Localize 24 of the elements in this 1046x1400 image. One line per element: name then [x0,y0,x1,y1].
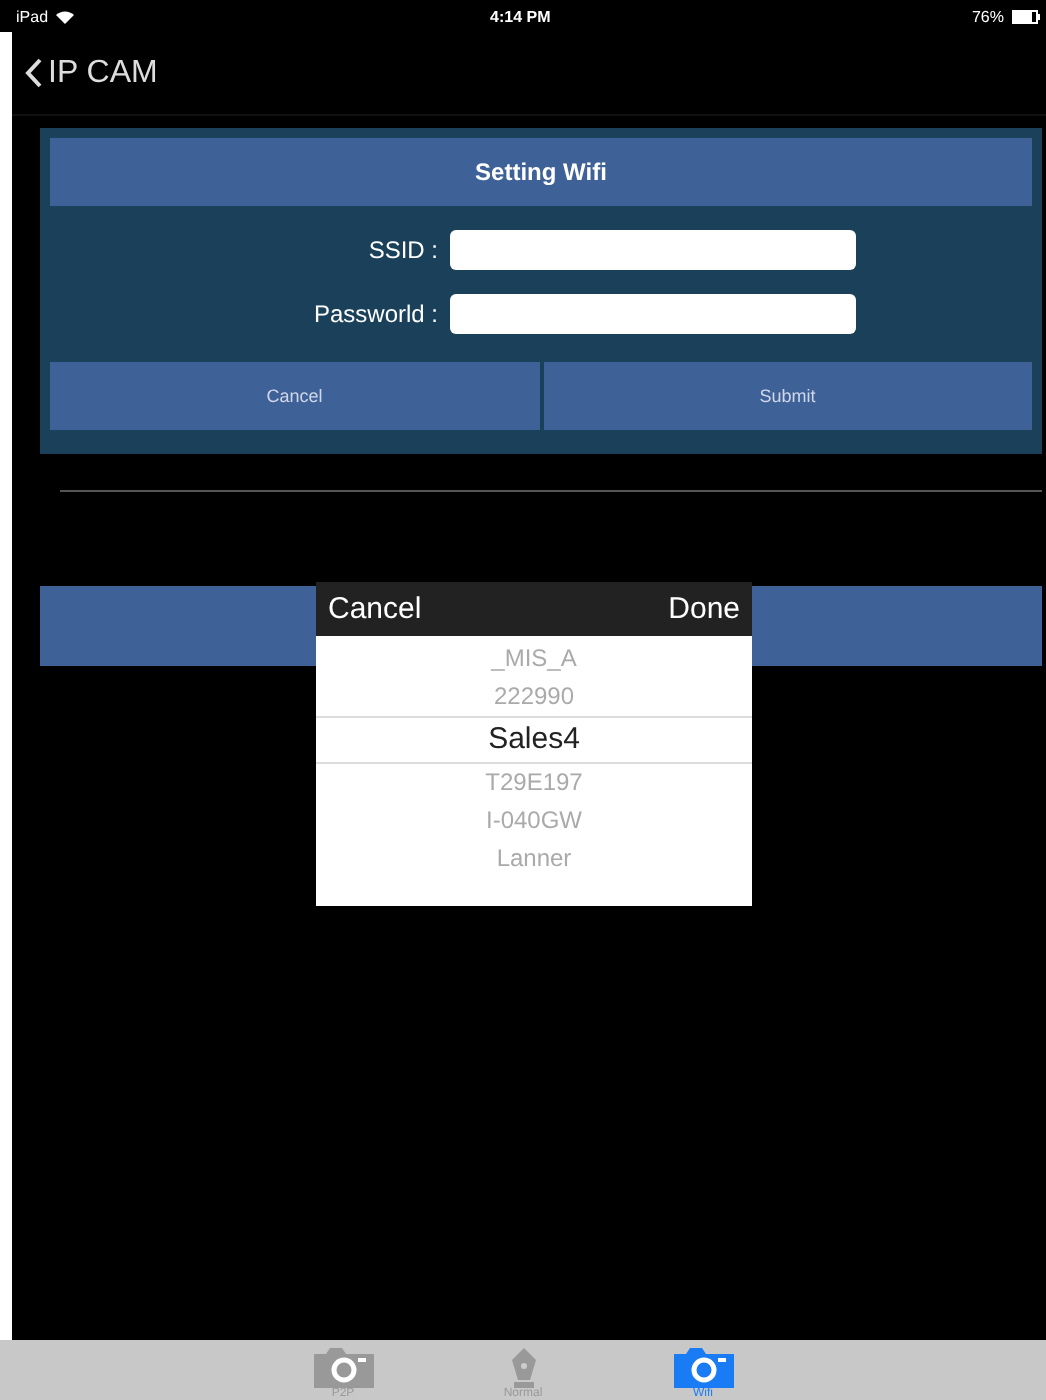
dialog-button[interactable]: Cancel [50,362,539,430]
wifi-icon [56,9,75,23]
picker-item[interactable]: 222990 [316,678,752,716]
dialog-button[interactable]: Submit [543,362,1032,430]
back-button[interactable]: IP CAM [12,55,170,91]
chevron-left-icon [24,58,42,88]
input-field[interactable] [450,294,856,334]
camera-icon [313,1348,373,1388]
picker-item[interactable]: _MIS_A [316,640,752,678]
status-time: 4:14 PM [490,7,551,25]
picker-done-button[interactable]: Done [656,592,752,626]
field-label: Passworld : [311,300,440,328]
picker-item[interactable]: Sales4 [316,716,752,764]
field-label: SSID : [366,236,440,264]
device-name: iPad [16,7,49,25]
picker-item[interactable]: T29E197 [316,764,752,802]
camera-icon [673,1348,733,1388]
picker-item[interactable]: I-040GW [316,802,752,840]
input-field[interactable] [450,230,856,270]
dialog-title: Setting Wifi [50,138,1032,206]
picker-item[interactable]: Lanner [316,840,752,878]
battery-icon [1012,9,1040,23]
battery-percent: 76% [971,7,1004,25]
picker-cancel-button[interactable]: Cancel [316,592,434,626]
